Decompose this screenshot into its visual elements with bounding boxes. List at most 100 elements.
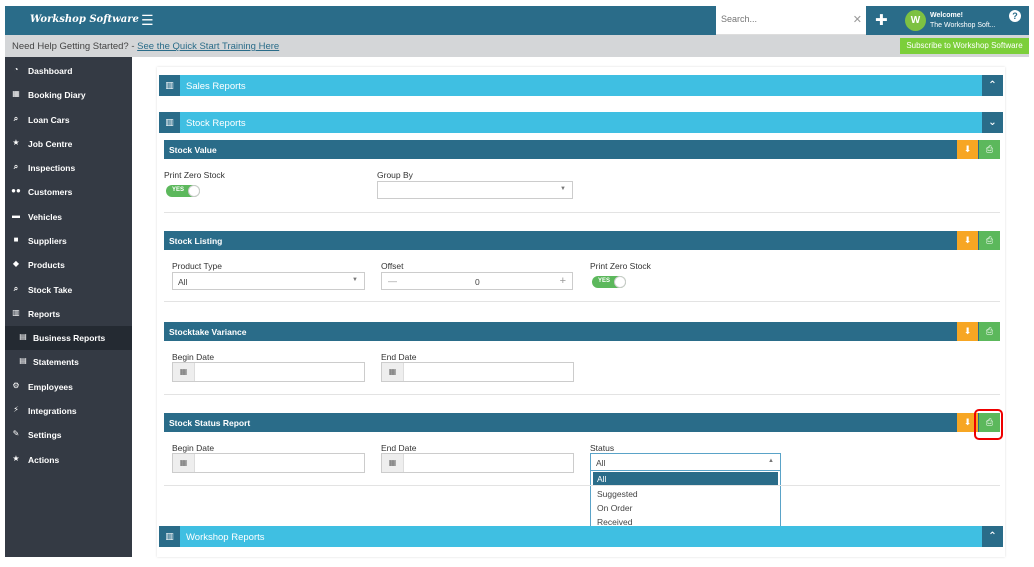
sidebar-item-label: Employees <box>28 382 73 392</box>
end-date-label: End Date <box>381 352 417 362</box>
caret-up-icon: ▲ <box>768 458 774 464</box>
sidebar-item-loan-cars[interactable]: ⌕ Loan Cars <box>5 108 132 132</box>
panel-sales-reports[interactable]: ▥ Sales Reports ⌃ <box>159 75 1003 96</box>
download-icon[interactable]: ⬇ <box>957 231 978 250</box>
document-icon: ▤ <box>19 356 27 365</box>
sidebar-item-label: Reports <box>28 309 61 319</box>
sidebar-item-label: Booking Diary <box>28 90 86 100</box>
status-dropdown: All Suggested On Order Received <box>590 470 781 532</box>
sidebar-item-label: Statements <box>33 357 79 367</box>
status-value: All <box>596 458 606 468</box>
toggle-knob <box>614 276 626 288</box>
search-box: ✕ <box>716 6 866 35</box>
help-text: Need Help Getting Started? - See the Qui… <box>12 41 279 52</box>
report-title: Stocktake Variance <box>169 327 247 337</box>
help-icon[interactable]: ? <box>1009 10 1021 22</box>
minus-icon[interactable]: — <box>388 276 397 286</box>
divider <box>164 212 1000 213</box>
star-icon: ★ <box>12 454 20 463</box>
document-icon: ▤ <box>19 332 27 341</box>
sidebar-item-integrations[interactable]: ⚡ Integrations <box>5 399 132 423</box>
sidebar-item-label: Suppliers <box>28 236 67 246</box>
plus-icon[interactable]: + <box>560 275 566 287</box>
calendar-icon[interactable]: ▦ <box>173 454 195 472</box>
sidebar-item-stock-take[interactable]: ⌕ Stock Take <box>5 278 132 302</box>
sidebar-item-label: Inspections <box>28 163 76 173</box>
calendar-icon[interactable]: ▦ <box>173 363 195 381</box>
report-title: Stock Status Report <box>169 418 251 428</box>
user-welcome[interactable]: Welcome! The Workshop Soft... <box>930 11 996 31</box>
clear-search-icon[interactable]: ✕ <box>853 13 862 26</box>
print-zero-stock-toggle[interactable]: YES <box>592 276 626 288</box>
cogs-icon: ⚙ <box>12 381 20 390</box>
quick-start-link[interactable]: See the Quick Start Training Here <box>137 41 279 52</box>
sidebar-item-suppliers[interactable]: ■ Suppliers <box>5 229 132 253</box>
subscribe-button[interactable]: Subscribe to Workshop Software <box>900 38 1029 54</box>
download-icon[interactable]: ⬇ <box>957 322 978 341</box>
sidebar-item-inspections[interactable]: ⌕ Inspections <box>5 156 132 180</box>
begin-date-field[interactable]: ▦ <box>172 362 365 382</box>
help-bar: Need Help Getting Started? - See the Qui… <box>5 35 1029 57</box>
print-icon[interactable]: ⎙ <box>979 322 1000 341</box>
sidebar-item-label: Customers <box>28 187 73 197</box>
product-type-value: All <box>178 277 188 287</box>
print-icon[interactable]: ⎙ <box>979 231 1000 250</box>
end-date-field[interactable]: ▦ <box>381 453 574 473</box>
panel-title: Workshop Reports <box>186 532 265 543</box>
begin-date-field[interactable]: ▦ <box>172 453 365 473</box>
sidebar-item-business-reports[interactable]: ▤ Business Reports <box>5 326 132 350</box>
chart-icon: ▥ <box>159 526 180 547</box>
panel-workshop-reports[interactable]: ▥ Workshop Reports ⌃ <box>159 526 1003 547</box>
end-date-field[interactable]: ▦ <box>381 362 574 382</box>
calendar-icon[interactable]: ▦ <box>382 454 404 472</box>
status-option-all[interactable]: All <box>593 472 778 486</box>
sidebar-item-booking-diary[interactable]: ▦ Booking Diary <box>5 83 132 107</box>
download-icon[interactable]: ⬇ <box>957 140 978 159</box>
group-by-select[interactable]: ▼ <box>377 181 573 199</box>
sidebar-item-customers[interactable]: ●● Customers <box>5 180 132 204</box>
print-zero-stock-label: Print Zero Stock <box>164 170 225 180</box>
sidebar-item-reports[interactable]: ▥ Reports <box>5 302 132 326</box>
app-logo[interactable]: Workshop Software <box>30 14 139 25</box>
chevron-up-icon[interactable]: ⌃ <box>982 75 1003 96</box>
star-icon: ★ <box>12 138 20 147</box>
chevron-up-icon[interactable]: ⌃ <box>982 526 1003 547</box>
sidebar-item-products[interactable]: ◆ Products <box>5 253 132 277</box>
offset-value: 0 <box>475 277 480 287</box>
plus-icon[interactable]: ✚ <box>875 11 888 29</box>
sidebar-item-statements[interactable]: ▤ Statements <box>5 350 132 374</box>
product-type-select[interactable]: All ▼ <box>172 272 365 290</box>
sidebar-item-settings[interactable]: ✎ Settings <box>5 423 132 447</box>
status-select[interactable]: All ▲ <box>590 453 781 471</box>
print-highlight-ring <box>974 409 1003 440</box>
sidebar-item-employees[interactable]: ⚙ Employees <box>5 375 132 399</box>
sidebar-item-dashboard[interactable]: ◔ Dashboard <box>5 59 132 83</box>
report-stock-value-header: Stock Value ⬇ ⎙ <box>164 140 1000 159</box>
print-zero-stock-toggle[interactable]: YES <box>166 185 200 197</box>
divider <box>164 301 1000 302</box>
panel-stock-reports[interactable]: ▥ Stock Reports ⌄ <box>159 112 1003 133</box>
search-input[interactable] <box>721 14 841 24</box>
hamburger-icon[interactable]: ☰ <box>141 12 154 29</box>
status-option-on-order[interactable]: On Order <box>593 501 778 515</box>
status-option-suggested[interactable]: Suggested <box>593 487 778 501</box>
caret-down-icon: ▼ <box>560 186 566 192</box>
top-bar: Workshop Software ☰ ✕ ✚ W Welcome! The W… <box>5 6 1029 35</box>
report-stock-listing-header: Stock Listing ⬇ ⎙ <box>164 231 1000 250</box>
caret-down-icon: ▼ <box>352 277 358 283</box>
avatar[interactable]: W <box>905 10 926 31</box>
sidebar-item-actions[interactable]: ★ Actions <box>5 448 132 472</box>
sidebar: ◔ Dashboard ▦ Booking Diary ⌕ Loan Cars ★ Jo… <box>5 57 132 557</box>
print-icon[interactable]: ⎙ <box>979 140 1000 159</box>
sidebar-item-job-centre[interactable]: ★ Job Centre <box>5 132 132 156</box>
sidebar-item-vehicles[interactable]: ▬ Vehicles <box>5 205 132 229</box>
calendar-icon[interactable]: ▦ <box>382 363 404 381</box>
sidebar-item-label: Settings <box>28 430 62 440</box>
end-date-label: End Date <box>381 443 417 453</box>
offset-stepper[interactable]: — 0 + <box>381 272 573 290</box>
chevron-down-icon[interactable]: ⌄ <box>982 112 1003 133</box>
divider <box>164 485 1000 486</box>
chart-icon: ▥ <box>159 75 180 96</box>
search-icon: ⌕ <box>13 284 19 293</box>
sidebar-item-label: Actions <box>28 455 60 465</box>
